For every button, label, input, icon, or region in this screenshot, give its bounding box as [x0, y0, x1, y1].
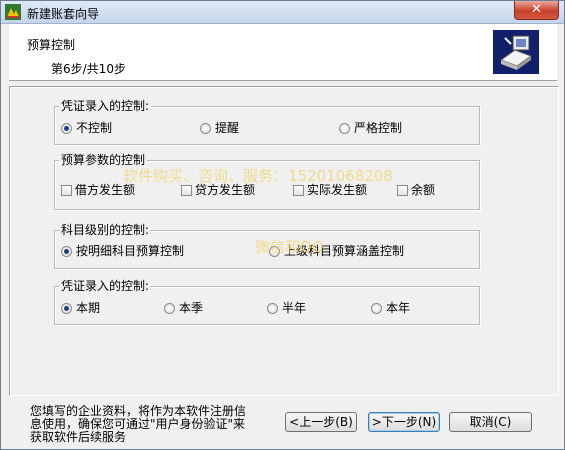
radio-current-period[interactable]: 本期 — [61, 300, 100, 316]
close-button[interactable]: ✕ — [514, 1, 559, 20]
radio-indicator — [61, 303, 72, 314]
group-legend: 凭证录入的控制: — [59, 279, 152, 293]
group-legend: 科目级别的控制: — [59, 223, 152, 237]
radio-half-year[interactable]: 半年 — [267, 300, 306, 316]
checkbox-indicator — [293, 185, 304, 196]
checkbox-indicator — [397, 185, 408, 196]
radio-indicator — [371, 303, 382, 314]
app-icon — [5, 4, 21, 20]
checkbox-indicator — [181, 185, 192, 196]
radio-indicator — [267, 303, 278, 314]
note-line: 获取软件后续服务 — [30, 430, 127, 444]
radio-current-quarter[interactable]: 本季 — [164, 300, 203, 316]
radio-remind[interactable]: 提醒 — [200, 120, 239, 136]
radio-no-control[interactable]: 不控制 — [61, 120, 112, 136]
radio-indicator — [164, 303, 175, 314]
wizard-window: 新建账套向导 ✕ 预算控制 第6步/共10步 凭证录入的控制: 不控制 提醒 严… — [0, 0, 565, 450]
title-bar: 新建账套向导 ✕ — [1, 1, 564, 24]
next-button[interactable]: >下一步(N) — [368, 412, 440, 432]
wizard-logo-icon — [493, 30, 539, 74]
step-counter: 第6步/共10步 — [51, 62, 126, 76]
voucher-period-group: 凭证录入的控制: 本期 本季 半年 本年 — [54, 279, 480, 325]
radio-full-year[interactable]: 本年 — [371, 300, 410, 316]
checkbox-indicator — [61, 185, 72, 196]
window-title: 新建账套向导 — [27, 7, 100, 21]
radio-indicator — [61, 123, 72, 134]
radio-indicator — [200, 123, 211, 134]
group-legend: 凭证录入的控制: — [59, 99, 152, 113]
cancel-button[interactable]: 取消(C) — [449, 412, 532, 432]
watermark-text: 软件购买、咨询、服务：15201068208 — [123, 167, 393, 185]
radio-indicator — [61, 246, 72, 257]
registration-note: 您填写的企业资料，将作为本软件注册信 息使用，确保您可通过"用户身份验证"来 获… — [30, 405, 270, 444]
wizard-header: 预算控制 第6步/共10步 — [9, 24, 557, 81]
radio-detail-account-control[interactable]: 按明细科目预算控制 — [61, 243, 184, 259]
watermark-text: 微信和QQ — [255, 238, 324, 256]
voucher-control-group: 凭证录入的控制: 不控制 提醒 严格控制 — [54, 99, 480, 145]
step-title: 预算控制 — [27, 38, 76, 52]
radio-strict-control[interactable]: 严格控制 — [339, 120, 402, 136]
prev-button[interactable]: <上一步(B) — [285, 412, 357, 432]
radio-indicator — [339, 123, 350, 134]
checkbox-balance[interactable]: 余额 — [397, 182, 435, 198]
